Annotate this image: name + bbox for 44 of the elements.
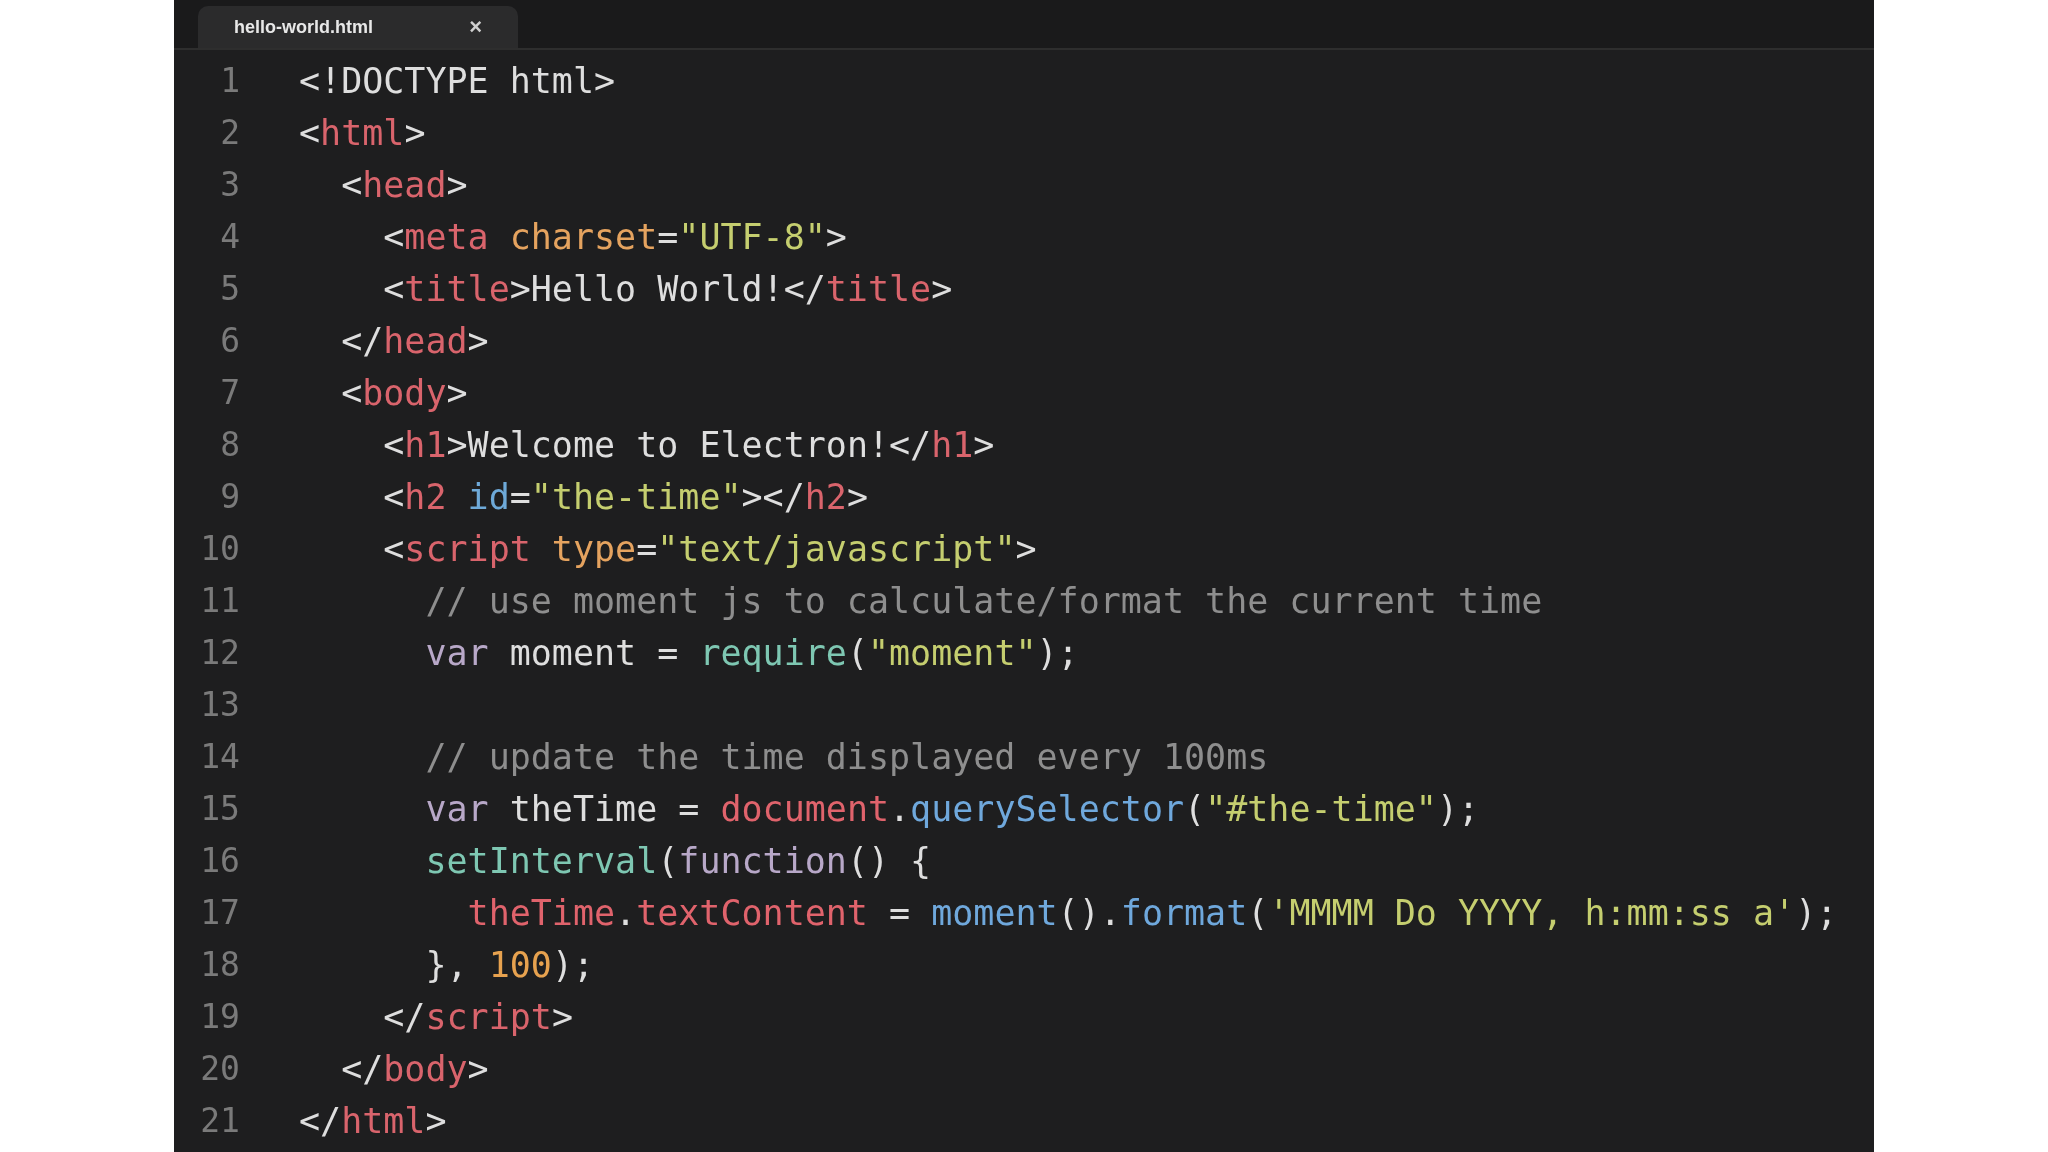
line-number: 19: [199, 996, 240, 1039]
line-number: 4: [219, 216, 240, 259]
code-line: <body>: [340, 371, 468, 415]
line-number: 9: [219, 476, 240, 519]
line-number: 3: [219, 164, 240, 207]
code-line: // update the time displayed every 100ms: [424, 735, 1269, 779]
line-number: 2: [219, 112, 240, 155]
code-line: var theTime = document.querySelector("#the-time");: [424, 787, 1480, 831]
line-number: 6: [219, 320, 240, 363]
code-line: var moment = require("moment");: [424, 631, 1079, 675]
code-line: // use moment js to calculate/format the current time: [424, 579, 1543, 623]
line-number: 20: [199, 1048, 240, 1091]
line-number: 12: [199, 632, 240, 675]
line-number: 13: [199, 684, 240, 727]
code-line: <html>: [299, 111, 426, 155]
line-number: 16: [199, 840, 240, 883]
code-line: <script type="text/javascript">: [382, 527, 1037, 571]
tab-title: hello-world.html: [234, 15, 373, 39]
code-line: </script>: [382, 995, 573, 1039]
line-number: 1: [219, 60, 240, 103]
line-number: 17: [199, 892, 240, 935]
code-line: <meta charset="UTF-8">: [382, 215, 847, 259]
line-number: 8: [219, 424, 240, 467]
code-line: setInterval(function() {: [424, 839, 932, 883]
line-number: 14: [199, 736, 240, 779]
code-line: <head>: [340, 163, 468, 207]
code-line: <!DOCTYPE html>: [299, 59, 616, 103]
line-number: 11: [199, 580, 240, 623]
file-tab[interactable]: hello-world.html ×: [198, 6, 518, 48]
code-line: </body>: [340, 1047, 489, 1091]
line-number: 21: [199, 1100, 240, 1143]
line-number: 15: [199, 788, 240, 831]
code-line: theTime.textContent = moment().format('MMMM Do YYYY, h:mm:ss a');: [466, 891, 1838, 935]
code-line: </head>: [340, 319, 489, 363]
code-line: <h1>Welcome to Electron!</h1>: [382, 423, 995, 467]
line-number: 5: [219, 268, 240, 311]
code-line: }, 100);: [424, 943, 595, 987]
line-number: 18: [199, 944, 240, 987]
line-number: 7: [219, 372, 240, 415]
close-button[interactable]: ×: [469, 16, 482, 38]
code-line: </html>: [299, 1099, 447, 1143]
line-number: 10: [199, 528, 240, 571]
code-line: <h2 id="the-time"></h2>: [382, 475, 868, 519]
code-line: <title>Hello World!</title>: [382, 267, 953, 311]
